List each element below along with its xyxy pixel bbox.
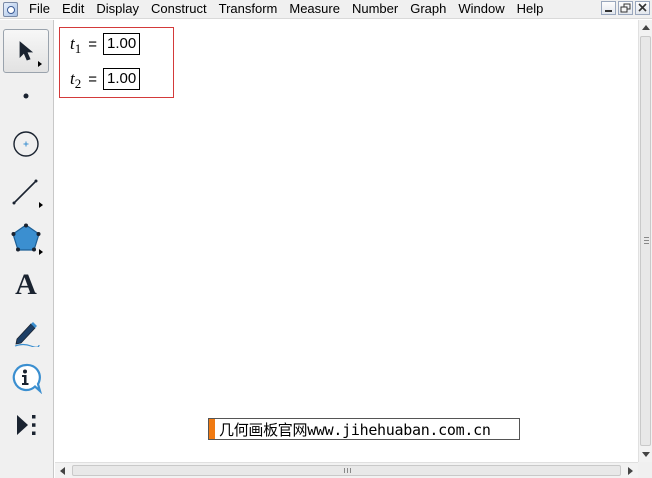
scroll-right-icon[interactable] (628, 467, 633, 475)
menu-window[interactable]: Window (452, 0, 510, 19)
info-icon (12, 363, 42, 394)
restore-icon[interactable] (618, 1, 633, 15)
parameter-subscript: 1 (74, 41, 82, 56)
vertical-scrollbar[interactable] (638, 20, 652, 462)
point-tool[interactable] (3, 74, 49, 118)
watermark-accent-bar (209, 419, 215, 439)
parameter-t1[interactable]: t1 = 1.00 (70, 33, 141, 56)
arrow-tool[interactable] (3, 29, 49, 73)
compass-tool[interactable] (3, 122, 49, 166)
text-tool[interactable]: A (3, 263, 49, 307)
parameter-equals: = (88, 70, 97, 88)
circle-icon (13, 131, 39, 157)
parameter-selection-box[interactable]: t1 = 1.00 t2 = 1.00 (59, 27, 174, 98)
parameter-equals: = (88, 35, 97, 53)
menu-file[interactable]: File (23, 0, 56, 19)
minimize-icon[interactable] (601, 1, 616, 15)
polygon-tool[interactable] (3, 216, 49, 260)
scroll-up-icon[interactable] (642, 25, 650, 30)
menu-help[interactable]: Help (511, 0, 550, 19)
horizontal-scrollbar[interactable] (55, 462, 638, 478)
submenu-indicator-icon (38, 61, 42, 67)
horizontal-scroll-thumb[interactable] (72, 465, 621, 476)
submenu-indicator-icon (39, 202, 43, 208)
menu-number[interactable]: Number (346, 0, 404, 19)
vertical-scroll-thumb[interactable] (640, 36, 651, 446)
pen-icon (14, 322, 40, 347)
text-icon: A (15, 268, 37, 301)
scroll-down-icon[interactable] (642, 452, 650, 457)
watermark: 几何画板官网www.jihehuaban.com.cn (208, 418, 520, 440)
watermark-text: 几何画板官网www.jihehuaban.com.cn (219, 420, 491, 439)
parameter-value[interactable]: 1.00 (103, 68, 141, 90)
grip-icon (344, 468, 351, 473)
window-controls (601, 1, 650, 15)
marker-tool[interactable] (3, 310, 49, 354)
segment-icon (12, 179, 38, 205)
menu-bar: File Edit Display Construct Transform Me… (0, 0, 652, 19)
menu-measure[interactable]: Measure (283, 0, 346, 19)
menu-display[interactable]: Display (90, 0, 145, 19)
menu-construct[interactable]: Construct (145, 0, 213, 19)
straightedge-tool[interactable] (3, 169, 49, 213)
menu-items: File Edit Display Construct Transform Me… (23, 0, 549, 19)
submenu-indicator-icon (39, 249, 43, 255)
arrow-icon (19, 41, 34, 61)
toolbox: A (0, 20, 54, 478)
grip-icon (644, 237, 649, 244)
menu-graph[interactable]: Graph (404, 0, 452, 19)
polygon-icon (11, 223, 41, 252)
menu-transform[interactable]: Transform (213, 0, 284, 19)
custom-tool[interactable] (3, 403, 49, 447)
menu-edit[interactable]: Edit (56, 0, 90, 19)
parameter-t2[interactable]: t2 = 1.00 (70, 68, 141, 91)
point-icon (23, 93, 29, 99)
close-icon[interactable] (635, 1, 650, 15)
scrollbar-corner (638, 462, 652, 478)
information-tool[interactable] (3, 356, 49, 400)
scroll-left-icon[interactable] (60, 467, 65, 475)
app-icon[interactable] (3, 2, 18, 17)
parameter-value[interactable]: 1.00 (103, 33, 141, 55)
custom-tool-icon (17, 415, 36, 435)
parameter-subscript: 2 (74, 76, 82, 91)
